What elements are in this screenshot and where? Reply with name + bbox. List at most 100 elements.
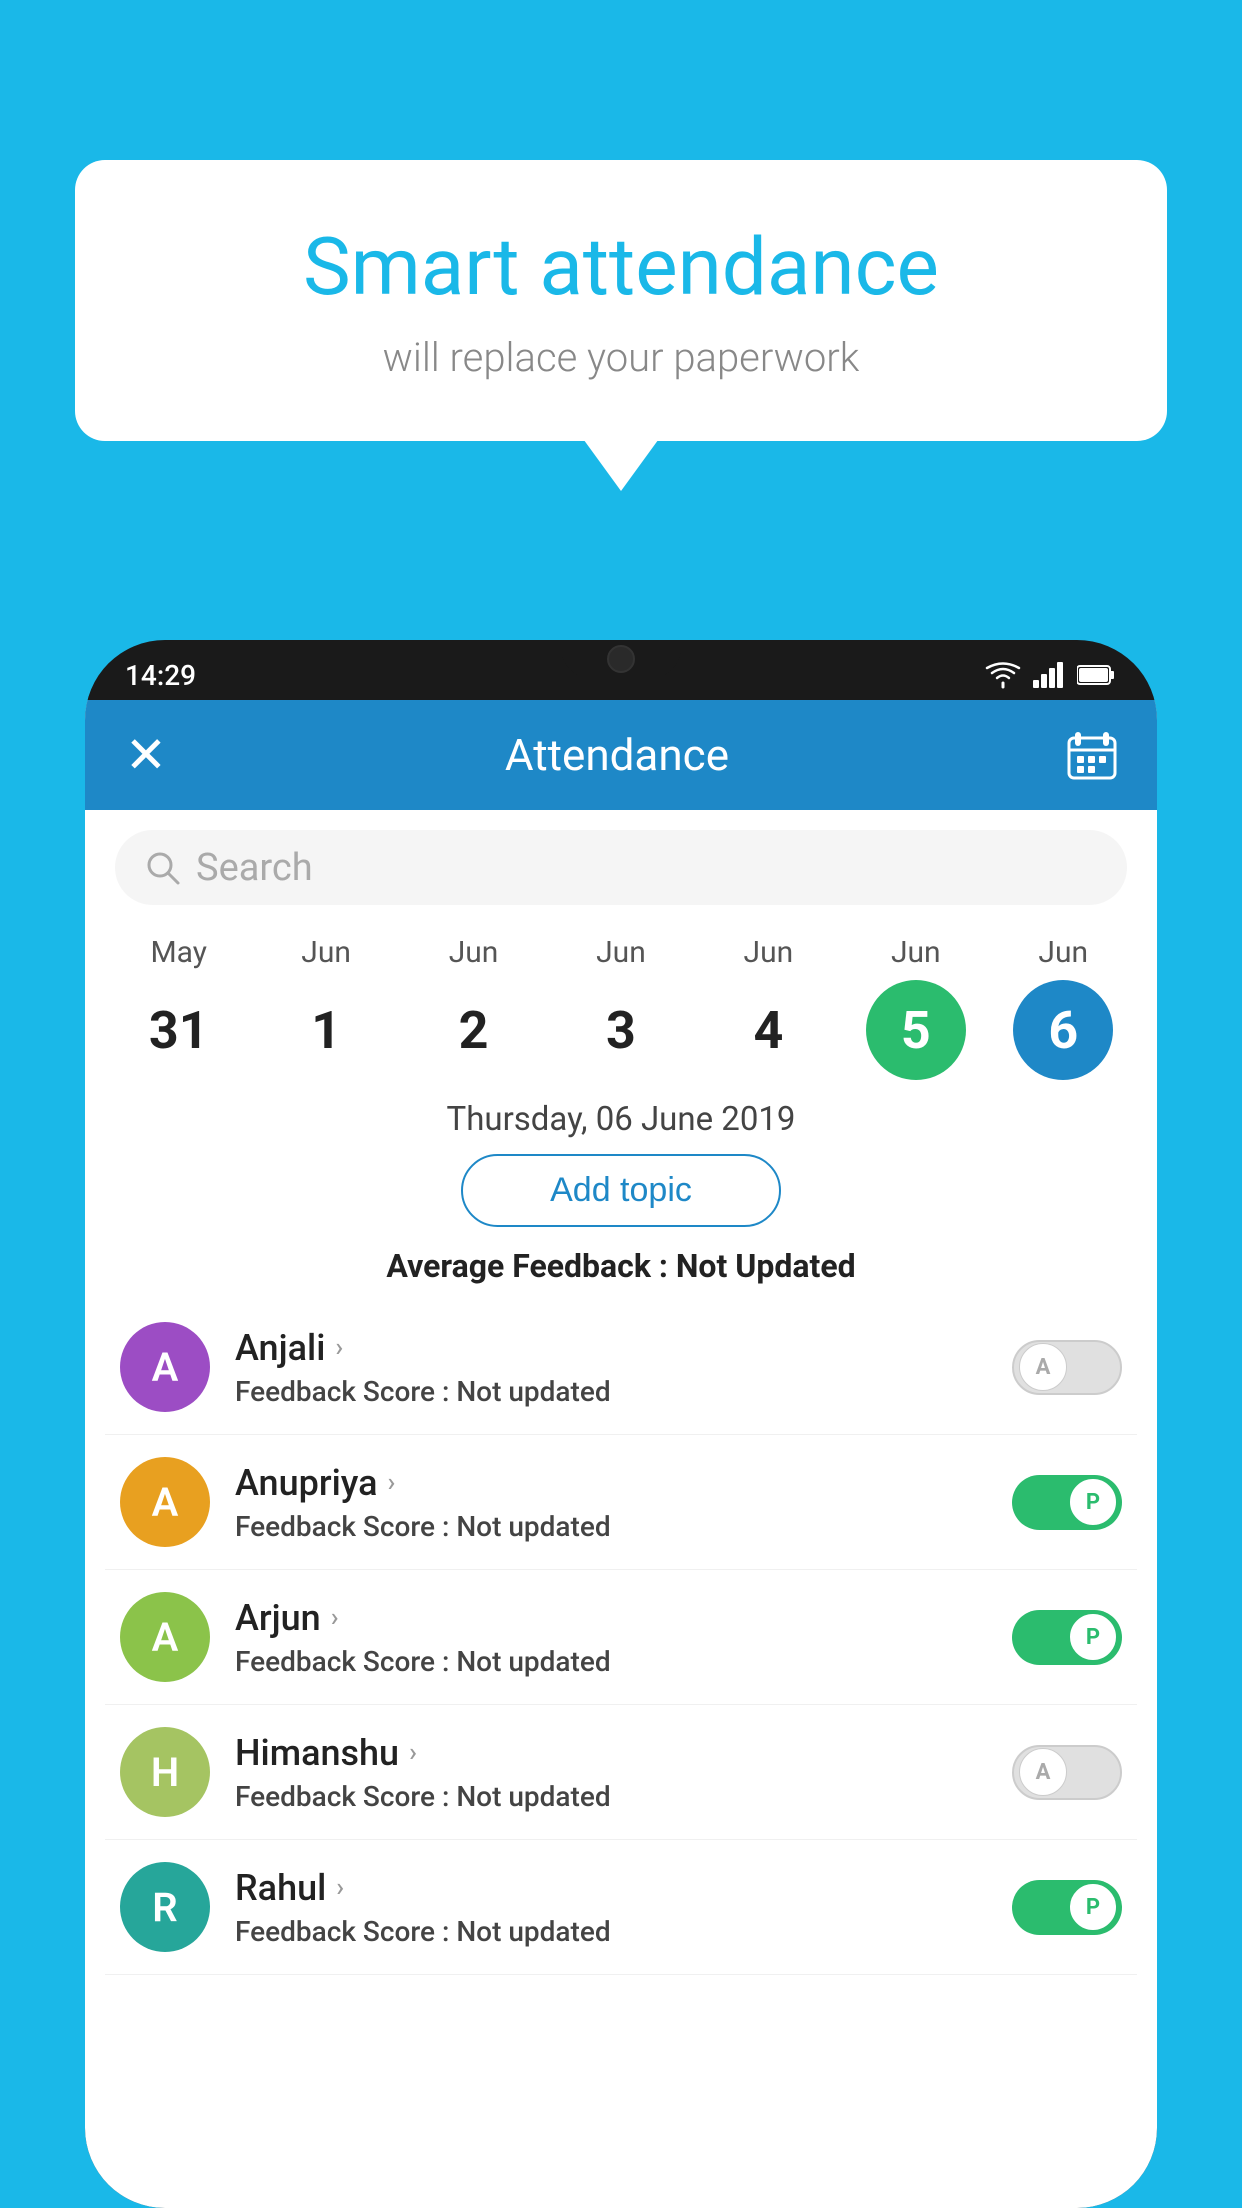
feedback-score: Feedback Score : Not updated [235, 1645, 611, 1678]
phone-frame: 14:29 [85, 640, 1157, 2208]
cal-month-label: Jun [891, 935, 941, 970]
toggle-knob: P [1069, 1478, 1117, 1526]
calendar-day[interactable]: Jun 2 [409, 935, 539, 1080]
status-icons [985, 661, 1117, 689]
feedback-score-label: Feedback Score : [235, 1780, 456, 1813]
calendar-icon[interactable] [1067, 730, 1117, 780]
feedback-score-label: Feedback Score : [235, 1915, 456, 1948]
feedback-value: Not Updated [676, 1247, 856, 1285]
student-name-text: Rahul [235, 1867, 326, 1909]
cal-month-label: Jun [596, 935, 646, 970]
toggle-knob: A [1019, 1343, 1067, 1391]
attendance-toggle[interactable]: A [1012, 1745, 1122, 1800]
feedback-score-value: Not updated [456, 1645, 610, 1678]
chevron-icon: › [409, 1738, 417, 1768]
student-left: R Rahul › Feedback Score : Not updated [120, 1862, 611, 1952]
wifi-icon [985, 661, 1021, 689]
attendance-toggle[interactable]: A [1012, 1340, 1122, 1395]
student-name: Anjali › [235, 1327, 611, 1369]
feedback-info: Average Feedback : Not Updated [85, 1242, 1157, 1300]
avatar: H [120, 1727, 210, 1817]
cal-month-label: Jun [744, 935, 794, 970]
student-item[interactable]: A Arjun › Feedback Score : Not updated P [105, 1570, 1137, 1705]
student-name-text: Anupriya [235, 1462, 378, 1504]
calendar-row: May 31 Jun1 Jun 2 Jun 3 Jun 4 Jun 5 Jun 6 [85, 915, 1157, 1080]
header-title: Attendance [505, 729, 729, 781]
avatar: R [120, 1862, 210, 1952]
student-left: AAnjali›Feedback Score : Not updated [120, 1322, 611, 1412]
close-button[interactable]: ✕ [125, 726, 167, 785]
student-item[interactable]: AAnjali›Feedback Score : Not updatedA [105, 1300, 1137, 1435]
feedback-label: Average Feedback : [386, 1247, 675, 1285]
cal-month-label: Jun [449, 935, 499, 970]
attendance-toggle[interactable]: P [1012, 1880, 1122, 1935]
feedback-score: Feedback Score : Not updated [235, 1915, 611, 1948]
student-name-text: Himanshu [235, 1732, 399, 1774]
chevron-icon: › [388, 1468, 396, 1498]
cal-day-number: 31 [129, 980, 229, 1080]
student-name: Arjun › [235, 1597, 611, 1639]
calendar-day[interactable]: Jun 3 [556, 935, 686, 1080]
add-topic-button[interactable]: Add topic [461, 1154, 781, 1227]
front-camera [607, 645, 635, 673]
app-screen: ✕ Attendance Search [85, 700, 1157, 2208]
student-item[interactable]: H Himanshu › Feedback Score : Not updated A [105, 1705, 1137, 1840]
feedback-score-value: Not updated [456, 1375, 610, 1408]
toggle-knob: A [1019, 1748, 1067, 1796]
toggle-knob: P [1069, 1883, 1117, 1931]
attendance-toggle[interactable]: P [1012, 1475, 1122, 1530]
student-info: Anupriya › Feedback Score : Not updated [235, 1462, 611, 1543]
bubble-subtitle: will replace your paperwork [155, 334, 1087, 381]
student-list: A Anjali › Feedback Score : Not updated A A An… [85, 1300, 1157, 1975]
app-header: ✕ Attendance [85, 700, 1157, 810]
student-name-text: Arjun [235, 1597, 321, 1639]
cal-month-label: May [150, 935, 206, 970]
cal-day-number: 3 [571, 980, 671, 1080]
student-left: AAnupriya›Feedback Score : Not updated [120, 1457, 611, 1547]
student-item[interactable]: AAnupriya›Feedback Score : Not updatedP [105, 1435, 1137, 1570]
student-name: Himanshu › [235, 1732, 611, 1774]
avatar: A [120, 1592, 210, 1682]
toggle-knob: P [1069, 1613, 1117, 1661]
cal-day-number: 2 [424, 980, 524, 1080]
chevron-icon: › [331, 1603, 339, 1633]
search-icon [145, 850, 181, 886]
feedback-score: Feedback Score : Not updated [235, 1780, 611, 1813]
student-info: Himanshu › Feedback Score : Not updated [235, 1732, 611, 1813]
calendar-day[interactable]: Jun1 [261, 935, 391, 1080]
student-info: Rahul › Feedback Score : Not updated [235, 1867, 611, 1948]
calendar-day[interactable]: Jun 6 [998, 935, 1128, 1080]
student-item[interactable]: R Rahul › Feedback Score : Not updated P [105, 1840, 1137, 1975]
chevron-icon: › [336, 1873, 344, 1903]
student-name: Rahul › [235, 1867, 611, 1909]
student-name-text: Anjali [235, 1327, 325, 1369]
chevron-icon: › [335, 1333, 343, 1363]
status-time: 14:29 [125, 659, 196, 692]
feedback-score-label: Feedback Score : [235, 1645, 456, 1678]
cal-day-number: 1 [276, 980, 376, 1080]
student-info: Arjun › Feedback Score : Not updated [235, 1597, 611, 1678]
signal-icon [1033, 662, 1065, 688]
student-info: Anjali › Feedback Score : Not updated [235, 1327, 611, 1408]
student-name: Anupriya › [235, 1462, 611, 1504]
feedback-score-value: Not updated [456, 1915, 610, 1948]
battery-icon [1077, 664, 1117, 686]
feedback-score: Feedback Score : Not updated [235, 1510, 611, 1543]
phone-notch [561, 640, 681, 678]
selected-date-label: Thursday, 06 June 2019 [85, 1080, 1157, 1154]
search-placeholder: Search [196, 846, 313, 890]
feedback-score-label: Feedback Score : [235, 1375, 456, 1408]
attendance-toggle[interactable]: P [1012, 1610, 1122, 1665]
cal-month-label: Jun [1038, 935, 1088, 970]
calendar-day[interactable]: Jun 5 [851, 935, 981, 1080]
calendar-day[interactable]: May 31 [114, 935, 244, 1080]
speech-bubble: Smart attendance will replace your paper… [75, 160, 1167, 441]
cal-day-number: 4 [718, 980, 818, 1080]
calendar-day[interactable]: Jun 4 [703, 935, 833, 1080]
search-bar[interactable]: Search [115, 830, 1127, 905]
student-left: H Himanshu › Feedback Score : Not updated [120, 1727, 611, 1817]
cal-day-number: 5 [866, 980, 966, 1080]
student-left: A Arjun › Feedback Score : Not updated [120, 1592, 611, 1682]
cal-day-number: 6 [1013, 980, 1113, 1080]
feedback-score-value: Not updated [456, 1780, 610, 1813]
